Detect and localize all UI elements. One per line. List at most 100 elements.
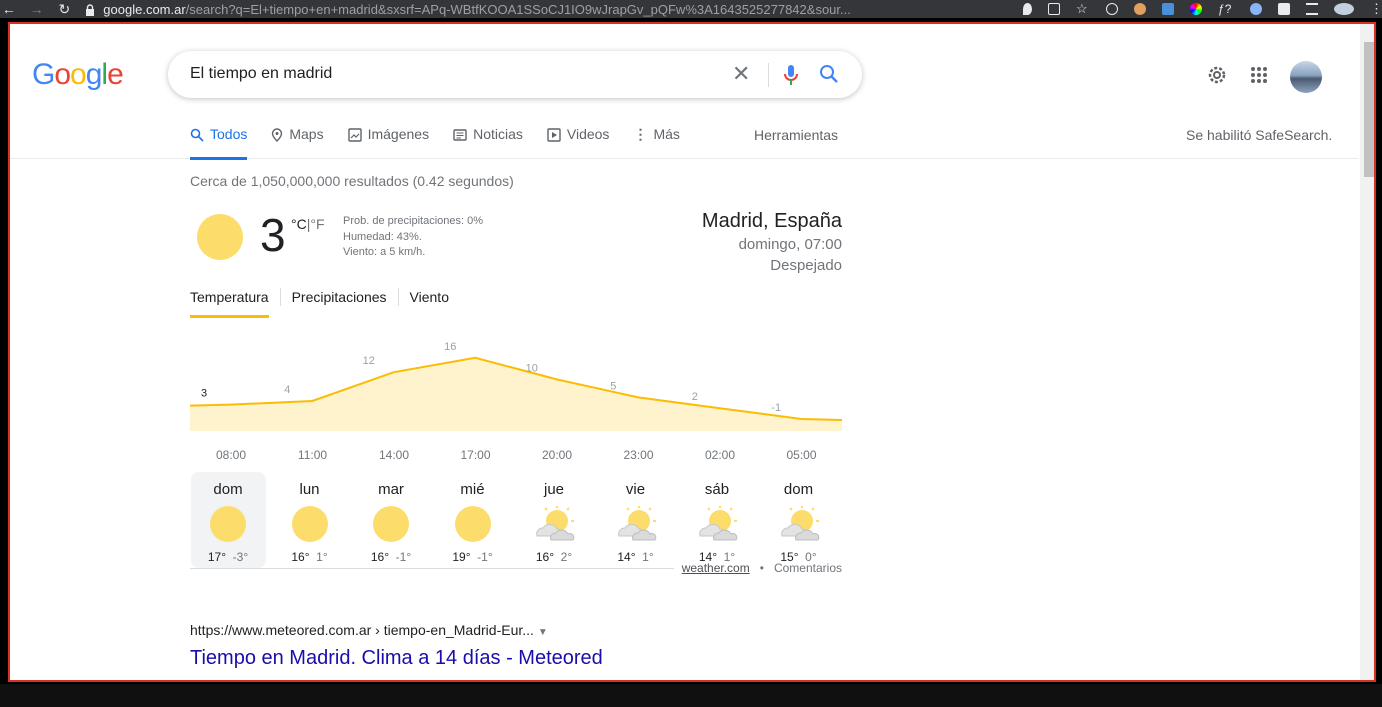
google-logo[interactable]: Google <box>32 58 124 92</box>
day-name: lun <box>299 481 320 498</box>
reload-icon[interactable]: ↻ <box>56 0 74 18</box>
extension-owl-icon[interactable] <box>1134 3 1147 15</box>
tools-button[interactable]: Herramientas <box>754 127 838 143</box>
scrollbar[interactable] <box>1360 24 1374 680</box>
news-icon <box>453 129 467 141</box>
data-label: 5 <box>610 380 616 392</box>
unit-fahrenheit[interactable]: °F <box>310 216 324 232</box>
extension-color-icon[interactable] <box>1190 3 1203 15</box>
search-input[interactable]: El tiempo en madrid <box>190 65 332 83</box>
result-url[interactable]: https://www.meteored.com.ar › tiempo-en_… <box>190 622 603 638</box>
address-bar[interactable]: google.com.ar/search?q=El+tiempo+en+madr… <box>85 0 1003 18</box>
caret-down-icon[interactable]: ▼ <box>538 627 548 638</box>
hour-label: 02:00 <box>704 448 736 462</box>
low-temp: 1° <box>316 550 328 564</box>
weather-details: Prob. de precipitaciones: 0% Humedad: 43… <box>343 214 483 261</box>
day-temperatures: 19° -1° <box>435 550 510 564</box>
search-box[interactable]: El tiempo en madrid ✕ <box>168 51 862 98</box>
extension-font-icon[interactable]: ƒ? <box>1218 3 1234 15</box>
day-name: dom <box>783 481 814 498</box>
location-icon[interactable] <box>1023 3 1033 15</box>
forecast-day[interactable]: vie 14° 1° <box>598 472 673 568</box>
day-name: vie <box>625 481 646 498</box>
data-label: 12 <box>363 355 375 367</box>
react-devtools-icon[interactable] <box>1106 3 1119 15</box>
tab-label: Noticias <box>473 126 523 142</box>
tab-label: Todos <box>210 126 248 142</box>
unit-celsius[interactable]: °C <box>291 216 307 232</box>
media-icon[interactable] <box>1306 3 1319 15</box>
extensions-bar: ☆ ƒ? ⋮ <box>1023 2 1382 15</box>
hour-label: 20:00 <box>541 448 573 462</box>
avatar[interactable] <box>1290 61 1322 93</box>
wind-text: Viento: a 5 km/h. <box>343 246 426 258</box>
low-temp: -1° <box>395 550 412 564</box>
url-path: /search?q=El+tiempo+en+madrid&sxsrf=APq-… <box>185 1 851 17</box>
scrollbar-thumb[interactable] <box>1364 42 1374 177</box>
tab-viento[interactable]: Viento <box>397 288 460 306</box>
tab-maps[interactable]: Maps <box>271 126 324 160</box>
search-divider <box>768 63 769 87</box>
image-icon <box>347 128 362 142</box>
precipitation-text: Prob. de precipitaciones: 0% <box>343 215 484 227</box>
forecast-day[interactable]: dom 17° -3° <box>190 472 266 568</box>
star-icon[interactable]: ☆ <box>1076 2 1090 15</box>
partly-cloudy-icon <box>698 506 738 544</box>
feedback-link[interactable]: Comentarios <box>774 561 842 575</box>
high-temp: 19° <box>452 550 471 564</box>
sun-icon <box>209 506 247 544</box>
puzzle-icon[interactable] <box>1278 3 1291 15</box>
tab-mas[interactable]: ⋮ Más <box>633 126 679 160</box>
forecast-day[interactable]: mié 19° -1° <box>435 472 510 568</box>
sun-icon <box>197 214 243 260</box>
low-temp: 1° <box>642 550 654 564</box>
search-result: https://www.meteored.com.ar › tiempo-en_… <box>190 622 603 670</box>
day-name: sáb <box>704 481 730 498</box>
clear-icon[interactable]: ✕ <box>732 61 750 87</box>
weather-location: Madrid, España domingo, 07:00 Despejado <box>702 208 842 276</box>
safesearch-notice[interactable]: Se habilitó SafeSearch. <box>1186 127 1332 143</box>
apps-grid-icon[interactable] <box>1250 66 1268 89</box>
search-icon[interactable] <box>818 63 840 85</box>
day-name: mar <box>378 481 404 498</box>
back-icon[interactable]: ← <box>0 0 18 18</box>
weather-datetime: domingo, 07:00 <box>738 236 842 253</box>
forecast-day[interactable]: lun 16° 1° <box>272 472 347 568</box>
day-temperatures: 16° -1° <box>354 550 429 564</box>
forecast-day[interactable]: jue 16° 2° <box>517 472 592 568</box>
extension-circle-icon[interactable] <box>1250 3 1263 15</box>
unit-toggle[interactable]: °C|°F <box>291 216 325 232</box>
partly-cloudy-icon <box>617 506 656 544</box>
microphone-icon[interactable] <box>782 63 800 87</box>
tab-noticias[interactable]: Noticias <box>453 126 523 160</box>
sun-icon <box>454 506 492 544</box>
results-count: Cerca de 1,050,000,000 resultados (0.42 … <box>190 173 514 189</box>
tab-imagenes[interactable]: Imágenes <box>347 126 430 160</box>
humidity-text: Humedad: 43%. <box>343 230 422 243</box>
hour-label: 23:00 <box>623 448 654 462</box>
tab-todos[interactable]: Todos <box>190 126 248 160</box>
tab-precipitaciones[interactable]: Precipitaciones <box>279 288 398 306</box>
weather-source-link[interactable]: weather.com <box>682 561 750 575</box>
forecast-day[interactable]: sáb 14° 1° <box>680 472 755 568</box>
tab-label: Maps <box>289 126 324 142</box>
search-header: Google El tiempo en madrid ✕ Todos Maps … <box>10 24 1358 160</box>
forecast-day[interactable]: dom 15° 0° <box>761 472 836 568</box>
sun-icon <box>291 506 329 544</box>
result-title[interactable]: Tiempo en Madrid. Clima a 14 días - Mete… <box>190 647 603 670</box>
profile-icon[interactable] <box>1334 3 1355 15</box>
tab-label: Imágenes <box>367 126 430 142</box>
day-temperatures: 17° -3° <box>191 550 266 564</box>
high-temp: 16° <box>370 550 389 564</box>
share-icon[interactable] <box>1048 3 1061 15</box>
extension-camera-icon[interactable] <box>1162 3 1175 15</box>
data-label: 10 <box>526 362 538 374</box>
more-vert-icon: ⋮ <box>633 126 648 142</box>
forward-icon[interactable]: → <box>28 0 46 18</box>
settings-gear-icon[interactable] <box>1206 64 1228 91</box>
forecast-day[interactable]: mar 16° -1° <box>354 472 429 568</box>
lock-icon <box>85 4 95 16</box>
tab-videos[interactable]: Videos <box>547 126 609 160</box>
tab-temperatura[interactable]: Temperatura <box>190 288 280 318</box>
kebab-menu-icon[interactable]: ⋮ <box>1370 2 1382 15</box>
